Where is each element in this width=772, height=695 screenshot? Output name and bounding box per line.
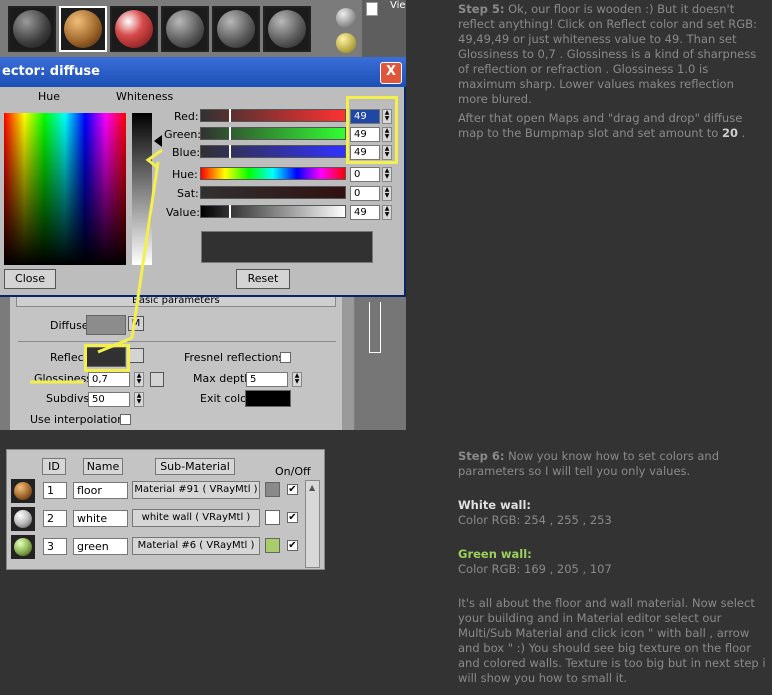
material-ball-icon[interactable] <box>11 507 35 531</box>
annotation-arrows <box>30 148 163 384</box>
sub-material-button[interactable]: Material #6 ( VRayMtl ) <box>132 537 260 555</box>
color-swatch[interactable] <box>265 482 280 497</box>
id-field[interactable]: 3 <box>43 538 67 555</box>
reflect-highlight <box>84 344 130 372</box>
green-wall-title: Green wall: <box>458 547 532 561</box>
white-wall-rgb: Color RGB: 254 , 255 , 253 <box>458 513 612 527</box>
step5-maps-text: After that open Maps and "drag and drop"… <box>458 111 743 140</box>
on-off-header: On/Off <box>275 465 311 478</box>
name-header[interactable]: Name <box>83 458 123 475</box>
name-field[interactable]: green <box>73 538 128 555</box>
on-off-checkbox[interactable]: ✔ <box>287 512 298 523</box>
step5-paragraph: Step 5: Ok, our floor is wooden :) But i… <box>458 2 766 107</box>
green-wall-rgb: Color RGB: 169 , 205 , 107 <box>458 562 612 576</box>
list-scrollbar[interactable]: ▲ <box>305 480 320 568</box>
material-ball-icon[interactable] <box>11 535 35 559</box>
step5-end: . <box>741 126 746 140</box>
sub-material-button[interactable]: Material #91 ( VRayMtl ) <box>132 481 260 499</box>
id-field[interactable]: 1 <box>43 482 67 499</box>
color-swatch[interactable] <box>265 510 280 525</box>
final-paragraph: It's all about the floor and wall materi… <box>458 596 766 685</box>
material-ball-icon[interactable] <box>11 479 35 503</box>
on-off-checkbox[interactable]: ✔ <box>287 540 298 551</box>
on-off-checkbox[interactable]: ✔ <box>287 484 298 495</box>
color-swatch[interactable] <box>265 538 280 553</box>
id-header[interactable]: ID <box>42 458 66 475</box>
step6-paragraph: Step 6: Now you know how to set colors a… <box>458 449 766 479</box>
sub-material-button[interactable]: white wall ( VRayMtl ) <box>132 509 260 527</box>
sub-material-header[interactable]: Sub-Material <box>155 458 235 475</box>
step6-label: Step 6: <box>458 449 505 463</box>
step5-amount: 20 <box>721 126 738 140</box>
step5-label: Step 5: <box>458 2 505 16</box>
white-wall-title: White wall: <box>458 498 531 512</box>
scroll-up-icon[interactable]: ▲ <box>309 483 315 492</box>
material-editor-screenshot: Vie Basic parameters Diffuse M Reflect F… <box>0 0 406 430</box>
step5-body: Ok, our floor is wooden :) But it doesn'… <box>458 2 757 106</box>
id-field[interactable]: 2 <box>43 510 67 527</box>
name-field[interactable]: floor <box>73 482 128 499</box>
multi-sub-material-panel: ID Name Sub-Material On/Off 1 floor Mate… <box>6 449 325 570</box>
name-field[interactable]: white <box>73 510 128 527</box>
step5-maps-paragraph: After that open Maps and "drag and drop"… <box>458 111 766 141</box>
